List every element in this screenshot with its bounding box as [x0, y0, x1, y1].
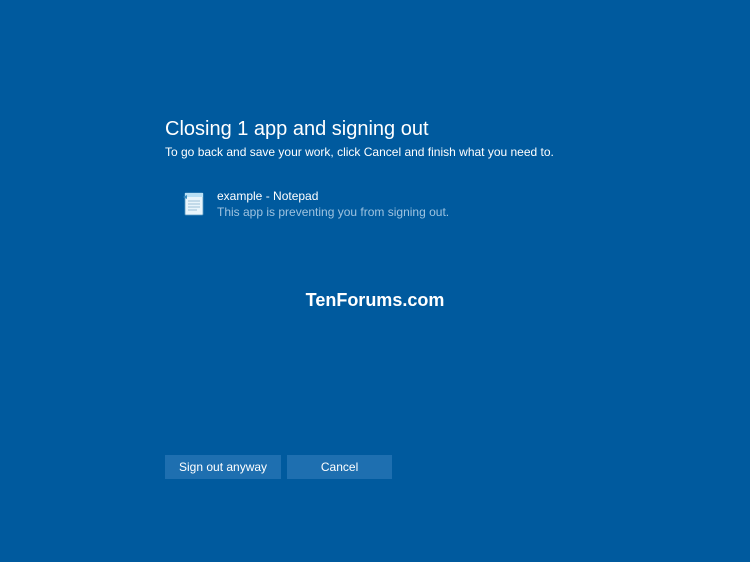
app-message: This app is preventing you from signing … [217, 205, 449, 219]
dialog-subheading: To go back and save your work, click Can… [165, 145, 645, 159]
sign-out-anyway-button[interactable]: Sign out anyway [165, 455, 281, 479]
signout-dialog: Closing 1 app and signing out To go back… [165, 118, 645, 219]
watermark-text: TenForums.com [306, 290, 445, 311]
dialog-buttons: Sign out anyway Cancel [165, 455, 392, 479]
app-name: example - Notepad [217, 189, 449, 203]
dialog-heading: Closing 1 app and signing out [165, 118, 645, 141]
notepad-icon [181, 191, 207, 217]
blocking-app-row: example - Notepad This app is preventing… [181, 189, 645, 219]
cancel-button[interactable]: Cancel [287, 455, 392, 479]
blocking-app-text: example - Notepad This app is preventing… [217, 189, 449, 219]
